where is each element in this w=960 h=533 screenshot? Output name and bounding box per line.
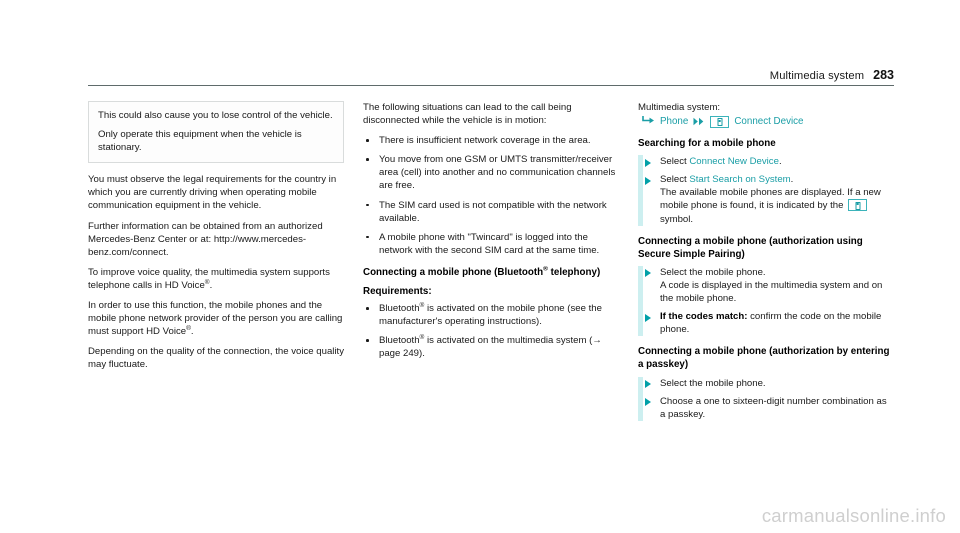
list-item: Bluetooth® is activated on the mobile ph… [363, 302, 619, 328]
multimedia-system-label: Multimedia system: [638, 102, 721, 113]
requirements-heading: Requirements: [363, 286, 432, 298]
connect-device-icon [710, 115, 730, 128]
step-item: Select Connect New Device. [638, 155, 894, 168]
bullet-dot-icon [366, 307, 369, 310]
bullet-dot-icon [366, 203, 369, 207]
bluetooth-telephony-heading-pre: Connecting a mobile phone (Bluetooth [363, 266, 544, 278]
hd-voice-support-paragraph: To improve voice quality, the multimedia… [88, 266, 330, 291]
step-text-pre: Select [660, 156, 690, 168]
step-subtext-after: symbol. [660, 213, 694, 225]
warning-note-box: This could also cause you to lose contro… [88, 101, 344, 164]
searching-phone-steps: Select Connect New Device. Select Start … [638, 155, 894, 226]
breadcrumb-item-connect-device[interactable]: Connect Device [734, 116, 803, 127]
list-item-text: A mobile phone with "Twincard" is logged… [379, 231, 600, 256]
step-item: Choose a one to sixteen-digit number com… [638, 395, 894, 421]
voice-quality-paragraph: Depending on the quality of the connecti… [88, 346, 345, 371]
connect-device-icon [848, 198, 868, 211]
further-information-paragraph: Further information can be obtained from… [88, 220, 323, 258]
step-triangle-icon [645, 269, 651, 278]
list-item-text: There is insufficient network coverage i… [379, 135, 591, 147]
requirements-list: Bluetooth® is activated on the mobile ph… [363, 302, 619, 360]
step-list: Select the mobile phone. Choose a one to… [638, 377, 894, 421]
step-triangle-icon [645, 313, 651, 322]
bullet-dot-icon [366, 158, 369, 161]
warning-paragraph-1: This could also cause you to lose contro… [98, 110, 333, 121]
menu-term-start-search-on-system[interactable]: Start Search on System [689, 174, 790, 185]
secure-simple-pairing-steps: Select the mobile phone. A code is displa… [638, 265, 894, 337]
column-2: The following situations can lead to the… [363, 101, 619, 423]
step-item: Select Start Search on System. The availa… [638, 173, 894, 225]
searching-phone-heading: Searching for a mobile phone [638, 138, 776, 150]
step-triangle-icon [645, 380, 651, 388]
step-text-post: . [790, 174, 794, 186]
breadcrumb: Phone Connect Device [642, 115, 894, 128]
step-text-bold: If the codes match: [660, 311, 748, 323]
hd-voice-network-paragraph: In order to use this function, the mobil… [88, 300, 343, 338]
manual-page: Multimedia system 283 This could also ca… [0, 0, 960, 533]
running-header: Multimedia system 283 [88, 68, 894, 90]
step-item: Select the mobile phone. [638, 377, 894, 390]
bullet-dot-icon [366, 339, 369, 342]
list-item: A mobile phone with "Twincard" is logged… [363, 231, 619, 257]
step-text-post: . [778, 156, 782, 168]
legal-requirements-paragraph: You must observe the legal requirements … [88, 174, 337, 212]
step-text: Choose a one to sixteen-digit number com… [660, 395, 887, 420]
list-item: Bluetooth® is activated on the multimedi… [363, 334, 619, 360]
bullet-dot-icon [366, 139, 369, 142]
step-triangle-icon [645, 176, 651, 185]
step-text-pre: Select [660, 174, 690, 186]
running-header-inner: Multimedia system 283 [88, 68, 894, 86]
registered-trademark-icon: ® [186, 325, 191, 333]
bluetooth-telephony-heading-post: telephony) [547, 266, 601, 278]
column-1: This could also cause you to lose contro… [88, 101, 344, 423]
bullet-dot-icon [366, 235, 369, 239]
step-subtext: A code is displayed in the multimedia sy… [660, 279, 883, 305]
registered-trademark-icon: ® [204, 278, 210, 286]
breadcrumb-item-phone[interactable]: Phone [660, 116, 688, 127]
step-triangle-icon [645, 158, 651, 167]
warning-paragraph-2: Only operate this equipment when the veh… [98, 129, 302, 154]
requirement-pre: Bluetooth [379, 303, 420, 315]
step-list: Select Connect New Device. Select Start … [638, 155, 894, 225]
step-list: Select the mobile phone. A code is displa… [638, 266, 894, 336]
list-item: The SIM card used is not compatible with… [363, 199, 619, 225]
requirement-pre: Bluetooth [379, 335, 420, 347]
disconnection-intro-paragraph: The following situations can lead to the… [363, 102, 572, 127]
hd-voice-network-text: In order to use this function, the mobil… [88, 300, 343, 338]
step-text-pre: Select the mobile phone. [660, 266, 766, 278]
bluetooth-telephony-heading: Connecting a mobile phone (Bluetooth® te… [363, 266, 619, 279]
list-item-text: You move from one GSM or UMTS transmitte… [379, 154, 616, 192]
enter-arrow-icon [642, 115, 655, 128]
secure-simple-pairing-heading: Connecting a mobile phone (authorization… [638, 235, 863, 260]
page-columns: This could also cause you to lose contro… [88, 101, 894, 423]
site-watermark: carmanualsonline.info [761, 505, 946, 526]
menu-term-connect-new-device[interactable]: Connect New Device [689, 156, 779, 167]
step-item: Select the mobile phone. A code is displa… [638, 266, 894, 305]
step-item: If the codes match: confirm the code on … [638, 310, 894, 336]
list-item-text: The SIM card used is not compatible with… [379, 199, 607, 224]
page-number: 283 [873, 68, 894, 82]
double-chevron-right-icon [693, 117, 705, 126]
passkey-pairing-steps: Select the mobile phone. Choose a one to… [638, 376, 894, 421]
column-3: Multimedia system: Phone Connect Device … [638, 101, 894, 423]
list-item: You move from one GSM or UMTS transmitte… [363, 153, 619, 192]
header-section-title: Multimedia system [769, 70, 865, 82]
disconnection-situations-list: There is insufficient network coverage i… [363, 134, 619, 257]
step-triangle-icon [645, 398, 651, 407]
step-text: Select the mobile phone. [660, 377, 766, 389]
list-item: There is insufficient network coverage i… [363, 134, 619, 147]
passkey-pairing-heading: Connecting a mobile phone (authorization… [638, 346, 890, 371]
